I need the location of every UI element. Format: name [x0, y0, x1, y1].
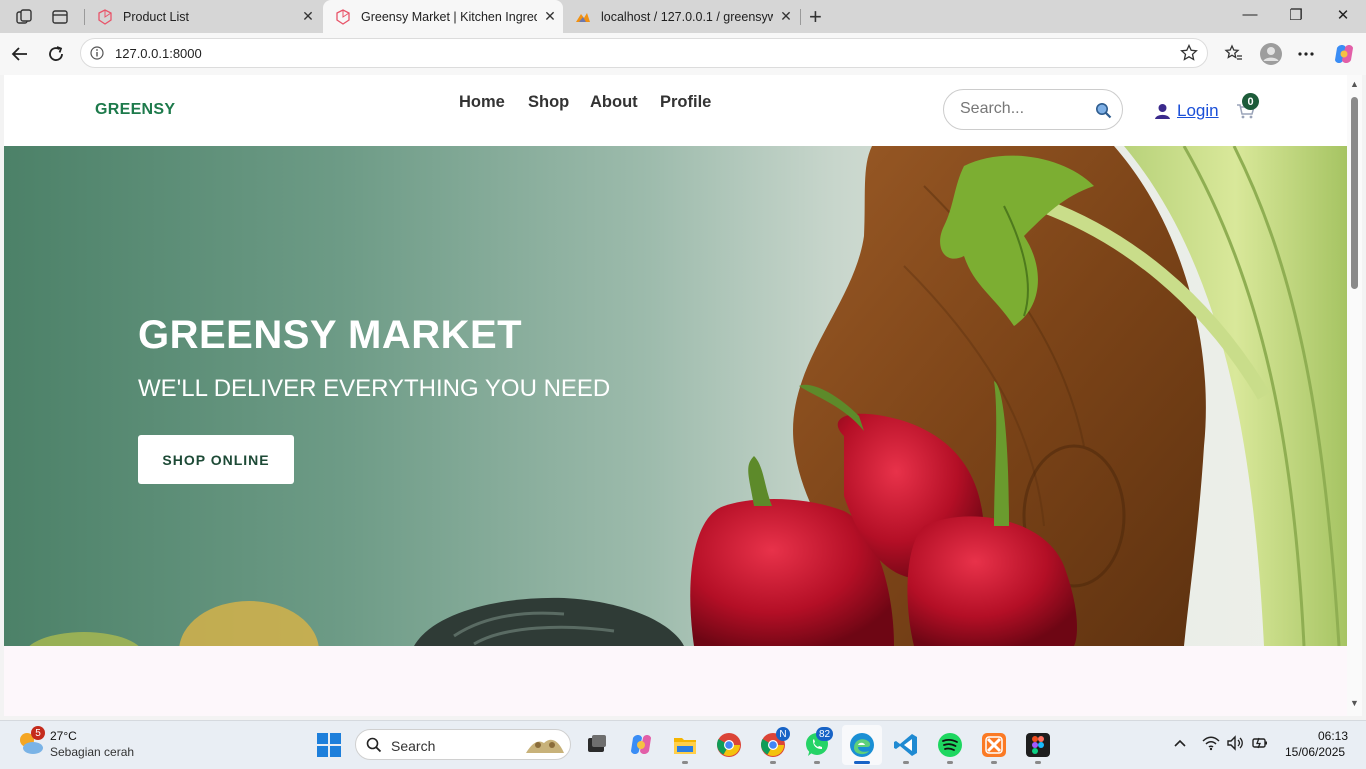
- xampp-icon[interactable]: [981, 732, 1007, 758]
- nav-shop[interactable]: Shop: [528, 93, 569, 112]
- hero-title: GREENSY MARKET: [138, 313, 523, 357]
- tab-actions-icon[interactable]: [51, 8, 69, 26]
- search-input[interactable]: [958, 99, 1082, 119]
- page-section-below-hero: [4, 646, 1347, 716]
- running-indicator: [1035, 761, 1041, 764]
- scroll-down-icon[interactable]: ▼: [1350, 698, 1359, 708]
- new-tab-button[interactable]: +: [809, 4, 822, 30]
- cart-count-badge: 0: [1242, 93, 1259, 110]
- nav-about[interactable]: About: [590, 93, 638, 112]
- chrome-icon[interactable]: [716, 732, 742, 758]
- running-indicator: [770, 761, 776, 764]
- tab-title: Greensy Market | Kitchen Ingredients: [361, 9, 537, 24]
- laravel-favicon-icon: [98, 8, 112, 25]
- site-header: GREENSY Home Shop About Profile Login 0: [4, 75, 1347, 146]
- more-options-icon[interactable]: [1296, 44, 1316, 64]
- site-logo[interactable]: GREENSY: [95, 101, 175, 119]
- chrome-profile-badge: N: [776, 727, 790, 741]
- edge-icon[interactable]: [849, 732, 875, 758]
- minimize-button[interactable]: —: [1240, 6, 1260, 23]
- vscode-icon[interactable]: [893, 732, 919, 758]
- laravel-favicon-icon: [336, 8, 350, 25]
- copilot-icon[interactable]: [1333, 43, 1355, 65]
- close-tab-icon[interactable]: ✕: [537, 8, 563, 25]
- page-scrollbar[interactable]: ▲ ▼: [1347, 75, 1362, 716]
- favorite-star-icon[interactable]: [1180, 44, 1198, 62]
- login-link[interactable]: Login: [1154, 101, 1219, 121]
- running-indicator: [991, 761, 997, 764]
- taskbar-search-label: Search: [391, 738, 436, 754]
- wifi-icon[interactable]: [1202, 735, 1220, 751]
- chevron-up-icon[interactable]: [1172, 735, 1188, 751]
- weather-description: Sebagian cerah: [50, 745, 135, 759]
- workspaces-icon[interactable]: [15, 8, 33, 26]
- task-view-icon[interactable]: [584, 732, 610, 758]
- phpmyadmin-favicon-icon: [576, 12, 590, 22]
- windows-taskbar: 5 27°C Sebagian cerah Search N 82 06:13 …: [0, 720, 1366, 769]
- user-icon: [1155, 103, 1170, 119]
- nav-home[interactable]: Home: [459, 93, 505, 112]
- weather-badge: 5: [31, 726, 45, 740]
- search-highlight-illustration-icon: [526, 739, 564, 753]
- login-label: Login: [1177, 101, 1219, 120]
- hero-banner: GREENSY MARKET WE'LL DELIVER EVERYTHING …: [4, 146, 1347, 646]
- running-indicator: [682, 761, 688, 764]
- hero-subtitle: WE'LL DELIVER EVERYTHING YOU NEED: [138, 375, 611, 402]
- page-viewport: GREENSY Home Shop About Profile Login 0: [4, 75, 1347, 716]
- refresh-icon[interactable]: [46, 44, 66, 64]
- close-tab-icon[interactable]: ✕: [773, 8, 799, 25]
- restore-button[interactable]: ❐: [1286, 6, 1306, 24]
- search-icon: [366, 737, 382, 753]
- scroll-up-icon[interactable]: ▲: [1350, 79, 1359, 89]
- close-tab-icon[interactable]: ✕: [295, 8, 321, 25]
- active-indicator: [854, 761, 870, 764]
- tab-product-list[interactable]: Product List ✕: [85, 0, 321, 33]
- url-text: 127.0.0.1:8000: [115, 46, 202, 61]
- browser-tab-strip: Product List ✕ Greensy Market | Kitchen …: [0, 0, 1366, 33]
- battery-icon[interactable]: [1251, 735, 1269, 751]
- favorites-icon[interactable]: [1224, 44, 1244, 64]
- site-info-icon[interactable]: [90, 46, 104, 60]
- tab-title: localhost / 127.0.0.1 / greensyweb: [601, 9, 773, 24]
- file-explorer-icon[interactable]: [672, 732, 698, 758]
- figma-icon[interactable]: [1025, 732, 1051, 758]
- volume-icon[interactable]: [1226, 735, 1244, 751]
- search-box: [943, 89, 1123, 130]
- close-window-button[interactable]: ✕: [1333, 6, 1353, 24]
- taskbar-search[interactable]: Search: [355, 729, 571, 760]
- running-indicator: [814, 761, 820, 764]
- running-indicator: [903, 761, 909, 764]
- profile-avatar-icon[interactable]: [1259, 42, 1283, 66]
- address-bar[interactable]: 127.0.0.1:8000: [80, 38, 1208, 68]
- running-indicator: [947, 761, 953, 764]
- spotify-icon[interactable]: [937, 732, 963, 758]
- search-icon[interactable]: [1095, 102, 1112, 119]
- scrollbar-thumb[interactable]: [1351, 97, 1358, 289]
- back-arrow-icon[interactable]: [10, 44, 30, 64]
- tab-greensy-market[interactable]: Greensy Market | Kitchen Ingredients ✕: [323, 0, 563, 33]
- tab-phpmyadmin[interactable]: localhost / 127.0.0.1 / greensyweb ✕: [563, 0, 799, 33]
- nav-profile[interactable]: Profile: [660, 93, 711, 112]
- weather-temperature: 27°C: [50, 729, 77, 743]
- whatsapp-badge: 82: [816, 727, 834, 741]
- copilot-app-icon[interactable]: [628, 732, 654, 758]
- shop-online-button[interactable]: SHOP ONLINE: [138, 435, 294, 484]
- browser-toolbar: 127.0.0.1:8000: [0, 33, 1366, 75]
- clock-time[interactable]: 06:13: [1318, 729, 1348, 743]
- clock-date[interactable]: 15/06/2025: [1285, 745, 1345, 759]
- windows-start-icon[interactable]: [316, 732, 342, 758]
- tab-title: Product List: [123, 9, 190, 24]
